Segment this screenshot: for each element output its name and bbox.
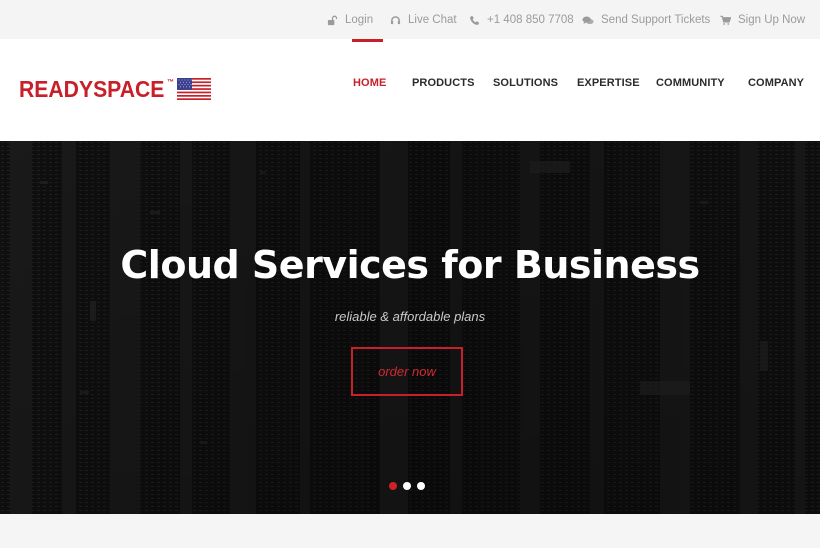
nav-products[interactable]: PRODUCTS — [412, 77, 475, 89]
chat-bubbles-icon — [581, 14, 594, 26]
slide-dot-1[interactable] — [389, 482, 397, 490]
main-nav: HOME PRODUCTS SOLUTIONS EXPERTISE COMMUN… — [0, 39, 820, 141]
nav-expertise[interactable]: EXPERTISE — [577, 77, 640, 89]
content-section-start — [0, 514, 820, 548]
login-link[interactable]: Login — [326, 12, 373, 28]
nav-home[interactable]: HOME — [353, 77, 386, 89]
phone-icon — [468, 14, 480, 26]
lock-open-icon — [326, 14, 338, 26]
slider-pagination — [389, 482, 425, 490]
phone-link[interactable]: +1 408 850 7708 — [468, 12, 574, 28]
top-utility-bar: Login Live Chat +1 408 850 7708 Send Sup… — [0, 0, 820, 39]
phone-number: +1 408 850 7708 — [487, 14, 574, 26]
slide-dot-3[interactable] — [417, 482, 425, 490]
headset-icon — [389, 14, 401, 26]
hero-overlay — [0, 141, 820, 514]
nav-community[interactable]: COMMUNITY — [656, 77, 725, 89]
support-tickets-link[interactable]: Send Support Tickets — [581, 12, 710, 28]
support-tickets-label: Send Support Tickets — [601, 14, 711, 26]
nav-company[interactable]: COMPANY — [748, 77, 804, 89]
live-chat-link[interactable]: Live Chat — [389, 12, 457, 28]
hero-subtitle: reliable & affordable plans — [334, 309, 486, 324]
cart-icon — [719, 14, 731, 26]
slide-dot-2[interactable] — [403, 482, 411, 490]
login-label: Login — [345, 14, 374, 26]
order-now-button[interactable]: order now — [351, 347, 463, 396]
hero-title: Cloud Services for Business — [120, 243, 700, 287]
sign-up-label: Sign Up Now — [738, 14, 806, 26]
sign-up-link[interactable]: Sign Up Now — [719, 12, 805, 28]
live-chat-label: Live Chat — [408, 14, 457, 26]
hero-slider: Cloud Services for Business reliable & a… — [0, 141, 820, 514]
site-header: READYSPACE ™ HOME PRODUCTS SOLUTIONS EXP… — [0, 39, 820, 141]
nav-active-indicator — [352, 39, 383, 42]
nav-solutions[interactable]: SOLUTIONS — [493, 77, 558, 89]
